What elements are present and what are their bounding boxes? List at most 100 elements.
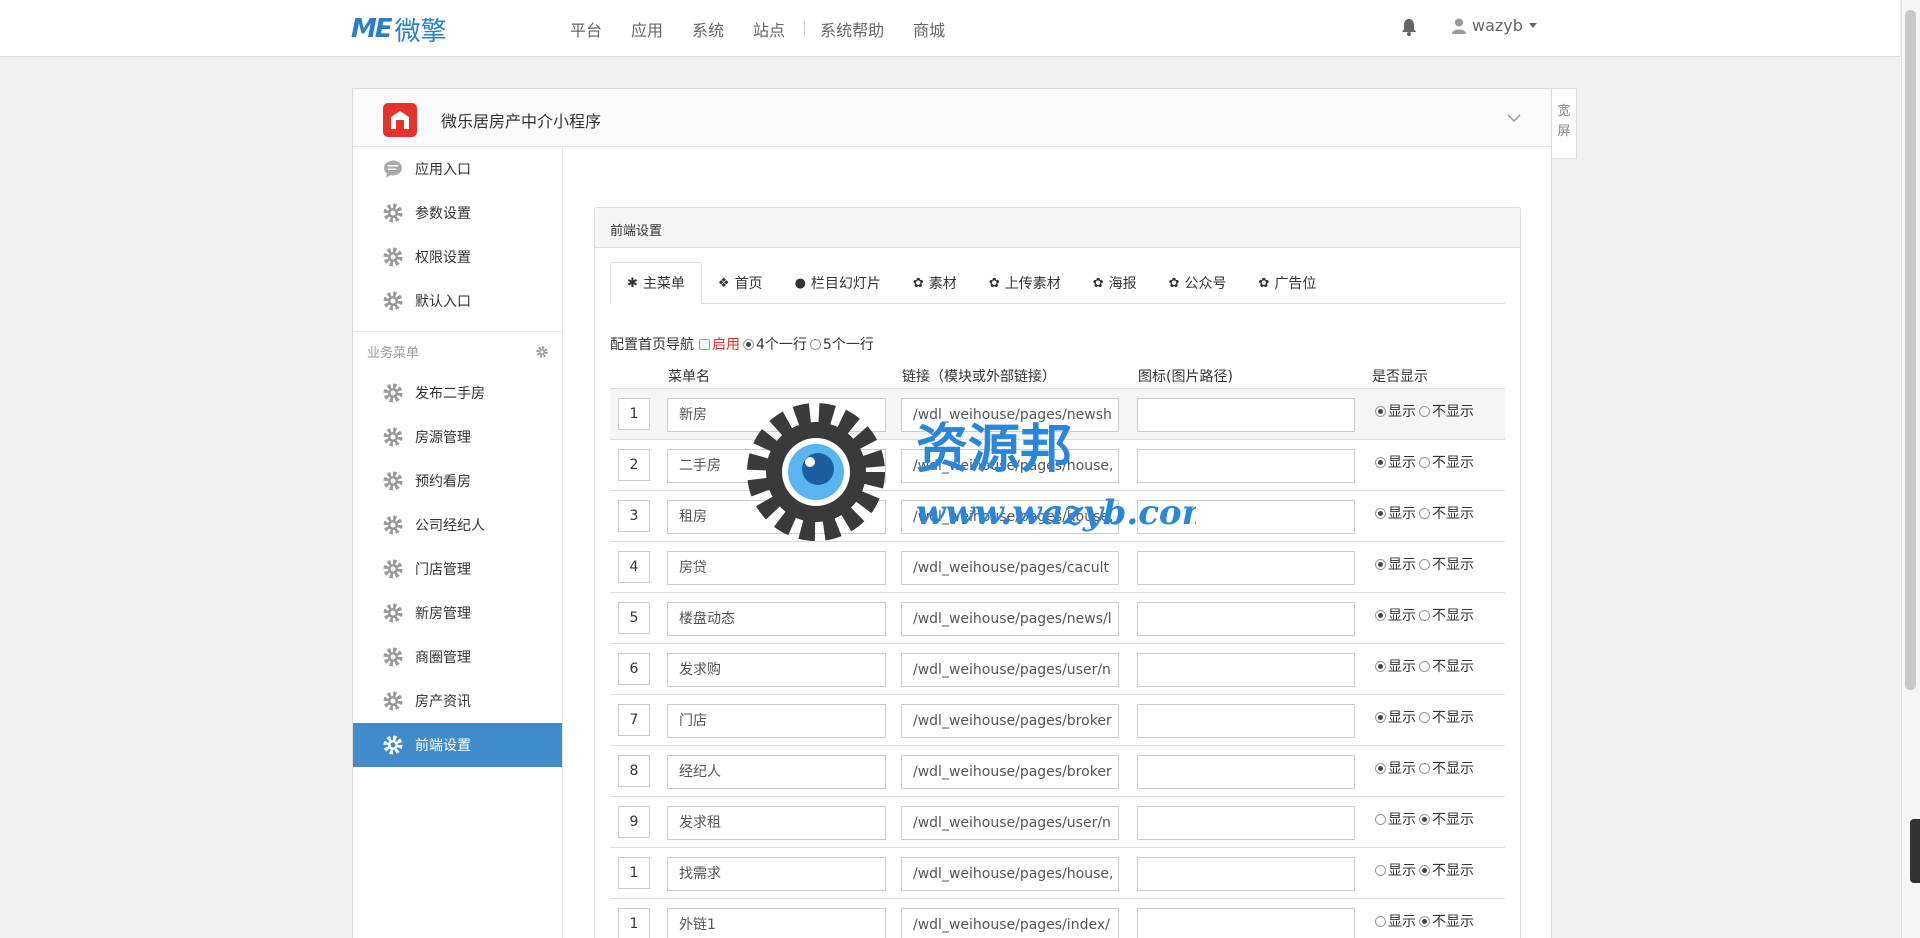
menu-icon-input[interactable] xyxy=(1137,908,1355,938)
menu-link-input[interactable]: /wdl_weihouse/pages/cacult xyxy=(901,551,1119,585)
sidebar-item-agents[interactable]: 公司经纪人 xyxy=(353,503,562,547)
tab-main-menu[interactable]: ✱ 主菜单 xyxy=(610,262,702,304)
menu-link-input[interactable]: /wdl_weihouse/pages/house, xyxy=(901,449,1119,483)
hide-radio[interactable] xyxy=(1419,558,1430,570)
sidebar-item-listings[interactable]: 房源管理 xyxy=(353,415,562,459)
menu-name-input[interactable]: 外链1 xyxy=(667,908,886,938)
side-tool-widget[interactable] xyxy=(1910,819,1920,883)
sidebar-item-districts[interactable]: 商圈管理 xyxy=(353,635,562,679)
row-index-input[interactable]: 8 xyxy=(618,755,650,787)
wide-screen-button[interactable]: 宽屏 xyxy=(1551,88,1577,159)
hide-radio[interactable] xyxy=(1419,405,1430,417)
row-index-input[interactable]: 1 xyxy=(618,857,650,889)
menu-name-input[interactable]: 发求租 xyxy=(667,806,886,840)
show-radio[interactable] xyxy=(1375,915,1386,927)
sidebar-item-app-entry[interactable]: 应用入口 xyxy=(353,147,562,191)
menu-link-input[interactable]: /wdl_weihouse/pages/news/l xyxy=(901,602,1119,636)
row-index-input[interactable]: 1 xyxy=(618,908,650,938)
tab-materials[interactable]: ✿ 素材 xyxy=(897,262,973,304)
row-index-input[interactable]: 4 xyxy=(618,551,650,583)
gear-icon[interactable] xyxy=(536,345,548,358)
menu-link-input[interactable]: /wdl_weihouse/pages/newsh xyxy=(901,398,1119,432)
nav-site[interactable]: 站点 xyxy=(753,17,785,41)
menu-name-input[interactable]: 新房 xyxy=(667,398,886,432)
menu-icon-input[interactable] xyxy=(1137,500,1355,534)
menu-icon-input[interactable] xyxy=(1137,398,1355,432)
menu-name-input[interactable]: 发求购 xyxy=(667,653,886,687)
hide-radio[interactable] xyxy=(1419,456,1430,468)
menu-link-input[interactable]: /wdl_weihouse/pages/user/n xyxy=(901,653,1119,687)
bell-icon[interactable] xyxy=(1401,18,1417,36)
row-index-input[interactable]: 7 xyxy=(618,704,650,736)
logo[interactable]: ME 微擎 xyxy=(351,14,447,47)
nav-apps[interactable]: 应用 xyxy=(631,17,663,41)
sidebar-item-new-homes[interactable]: 新房管理 xyxy=(353,591,562,635)
show-radio[interactable] xyxy=(1375,660,1386,672)
hide-radio[interactable] xyxy=(1419,711,1430,723)
menu-name-input[interactable]: 二手房 xyxy=(667,449,886,483)
sidebar-item-permissions[interactable]: 权限设置 xyxy=(353,235,562,279)
nav-system[interactable]: 系统 xyxy=(692,17,724,41)
menu-icon-input[interactable] xyxy=(1137,857,1355,891)
menu-icon-input[interactable] xyxy=(1137,653,1355,687)
show-radio[interactable] xyxy=(1375,762,1386,774)
hide-radio[interactable] xyxy=(1419,660,1430,672)
show-radio[interactable] xyxy=(1375,609,1386,621)
menu-name-input[interactable]: 找需求 xyxy=(667,857,886,891)
tab-ad-slots[interactable]: ✿ 广告位 xyxy=(1243,262,1333,304)
tab-official-account[interactable]: ✿ 公众号 xyxy=(1153,262,1243,304)
menu-link-input[interactable]: /wdl_weihouse/pages/broker xyxy=(901,755,1119,789)
sidebar-item-stores[interactable]: 门店管理 xyxy=(353,547,562,591)
row-index-input[interactable]: 9 xyxy=(618,806,650,838)
nav-store[interactable]: 商城 xyxy=(913,17,945,41)
menu-link-input[interactable]: /wdl_weihouse/pages/house, xyxy=(901,500,1119,534)
row-index-input[interactable]: 1 xyxy=(618,398,650,430)
hide-radio[interactable] xyxy=(1419,762,1430,774)
menu-link-input[interactable]: /wdl_weihouse/pages/house, xyxy=(901,857,1119,891)
enable-checkbox[interactable] xyxy=(699,338,710,350)
show-radio[interactable] xyxy=(1375,507,1386,519)
hide-radio[interactable] xyxy=(1419,507,1430,519)
menu-name-input[interactable]: 房贷 xyxy=(667,551,886,585)
menu-icon-input[interactable] xyxy=(1137,755,1355,789)
show-radio[interactable] xyxy=(1375,405,1386,417)
show-radio[interactable] xyxy=(1375,456,1386,468)
user-menu[interactable]: wazyb xyxy=(1452,16,1537,35)
row-index-input[interactable]: 3 xyxy=(618,500,650,532)
menu-name-input[interactable]: 租房 xyxy=(667,500,886,534)
nav-help[interactable]: 系统帮助 xyxy=(820,17,884,41)
four-per-row-radio[interactable] xyxy=(743,338,754,350)
sidebar-item-viewings[interactable]: 预约看房 xyxy=(353,459,562,503)
hide-radio[interactable] xyxy=(1419,864,1430,876)
hide-radio[interactable] xyxy=(1419,915,1430,927)
tab-home[interactable]: ❖ 首页 xyxy=(702,262,779,304)
tab-slides[interactable]: ● 栏目幻灯片 xyxy=(779,262,897,304)
menu-icon-input[interactable] xyxy=(1137,806,1355,840)
scrollbar-thumb[interactable] xyxy=(1905,10,1916,690)
menu-name-input[interactable]: 楼盘动态 xyxy=(667,602,886,636)
row-index-input[interactable]: 5 xyxy=(618,602,650,634)
show-radio[interactable] xyxy=(1375,558,1386,570)
five-per-row-radio[interactable] xyxy=(809,338,821,350)
menu-icon-input[interactable] xyxy=(1137,602,1355,636)
sidebar-item-params[interactable]: 参数设置 xyxy=(353,191,562,235)
menu-link-input[interactable]: /wdl_weihouse/pages/user/n xyxy=(901,806,1119,840)
show-radio[interactable] xyxy=(1375,711,1386,723)
menu-icon-input[interactable] xyxy=(1137,449,1355,483)
sidebar-item-news[interactable]: 房产资讯 xyxy=(353,679,562,723)
menu-name-input[interactable]: 经纪人 xyxy=(667,755,886,789)
menu-link-input[interactable]: /wdl_weihouse/pages/index/ xyxy=(901,908,1119,938)
show-radio[interactable] xyxy=(1375,813,1386,825)
hide-radio[interactable] xyxy=(1419,813,1430,825)
row-index-input[interactable]: 6 xyxy=(618,653,650,685)
show-radio[interactable] xyxy=(1375,864,1386,876)
nav-platform[interactable]: 平台 xyxy=(570,17,602,41)
sidebar-item-default-entry[interactable]: 默认入口 xyxy=(353,279,562,323)
tab-upload-materials[interactable]: ✿ 上传素材 xyxy=(973,262,1077,304)
menu-link-input[interactable]: /wdl_weihouse/pages/broker xyxy=(901,704,1119,738)
menu-icon-input[interactable] xyxy=(1137,704,1355,738)
tab-poster[interactable]: ✿ 海报 xyxy=(1077,262,1153,304)
menu-name-input[interactable]: 门店 xyxy=(667,704,886,738)
row-index-input[interactable]: 2 xyxy=(618,449,650,481)
hide-radio[interactable] xyxy=(1419,609,1430,621)
